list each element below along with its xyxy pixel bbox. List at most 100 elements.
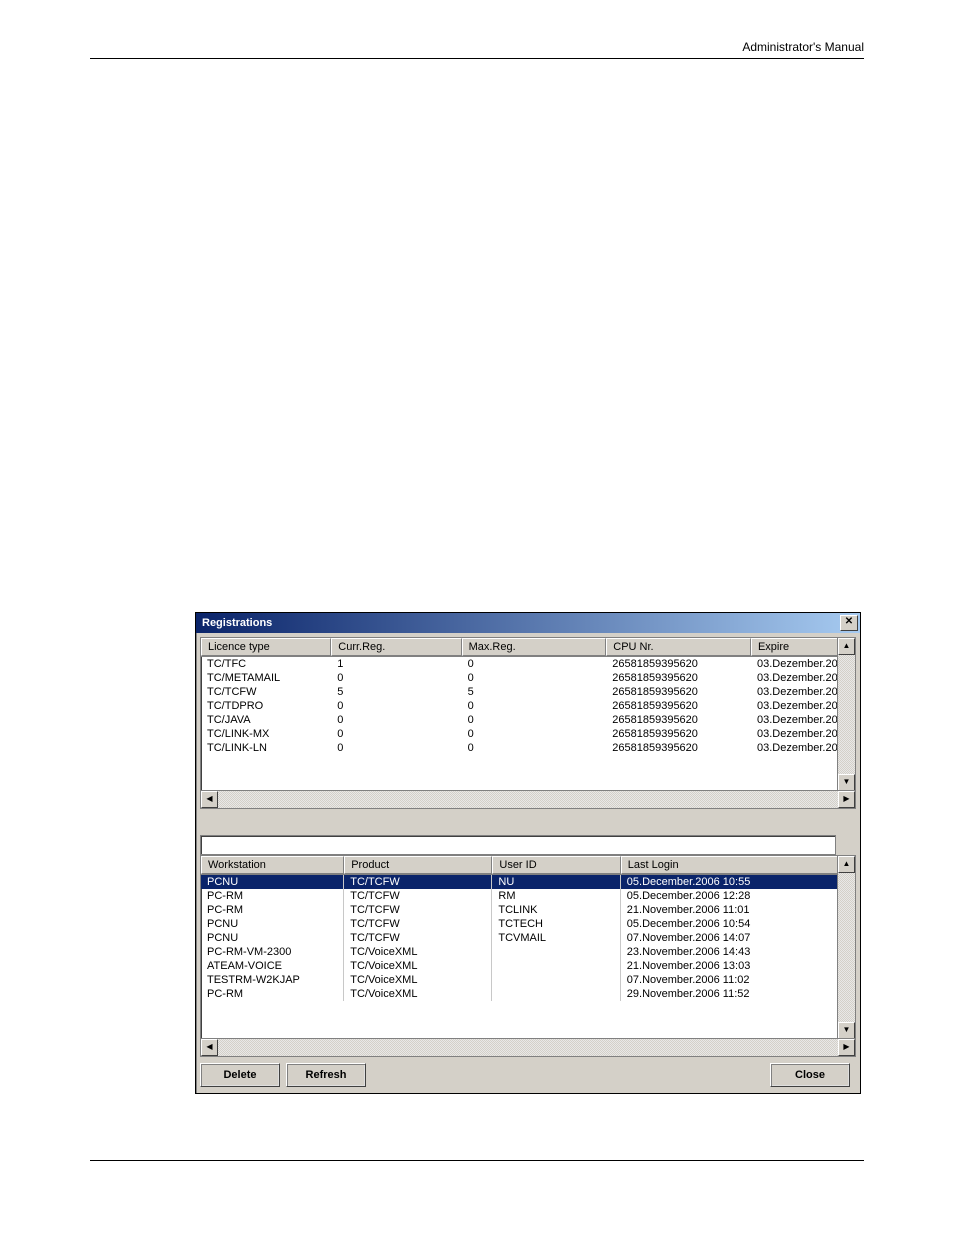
col-expire[interactable]: Expire <box>751 638 838 656</box>
cell-workstation: PCNU <box>201 931 344 945</box>
scroll-down-icon[interactable]: ▼ <box>838 774 855 791</box>
cell-lastlogin: 29.November.2006 11:52 <box>621 987 838 1001</box>
cell-product: TC/TCFW <box>344 903 492 917</box>
col-userid[interactable]: User ID <box>492 856 620 874</box>
scroll-up-icon[interactable]: ▲ <box>838 856 855 873</box>
cell-cpu: 26581859395620 <box>606 713 751 727</box>
cell-curr: 5 <box>331 685 461 699</box>
titlebar[interactable]: Registrations ✕ <box>196 613 860 633</box>
cell-userid: NU <box>492 875 620 889</box>
cell-licence: TC/TCFW <box>201 685 331 699</box>
cell-lastlogin: 21.November.2006 11:01 <box>621 903 838 917</box>
registrations-window: Registrations ✕ Licence type Curr.Reg. M… <box>195 612 861 1094</box>
licence-row[interactable]: TC/TCFW552658185939562003.Dezember.20 <box>201 685 838 699</box>
scroll-up-icon[interactable]: ▲ <box>838 638 855 655</box>
cell-userid <box>492 959 620 973</box>
cell-licence: TC/TFC <box>201 657 331 671</box>
gap <box>200 809 856 835</box>
cell-max: 0 <box>462 741 607 755</box>
cell-expire: 03.Dezember.20 <box>751 727 838 741</box>
cell-curr: 0 <box>331 671 461 685</box>
cell-max: 0 <box>462 713 607 727</box>
licence-row[interactable]: TC/METAMAIL002658185939562003.Dezember.2… <box>201 671 838 685</box>
cell-workstation: PC-RM <box>201 889 344 903</box>
col-workstation[interactable]: Workstation <box>201 856 344 874</box>
session-row[interactable]: PCNUTC/TCFWTCVMAIL07.November.2006 14:07 <box>201 931 838 945</box>
scroll-down-icon[interactable]: ▼ <box>838 1022 855 1039</box>
licence-row[interactable]: TC/JAVA002658185939562003.Dezember.20 <box>201 713 838 727</box>
licence-row[interactable]: TC/LINK-LN002658185939562003.Dezember.20 <box>201 741 838 755</box>
filter-field[interactable] <box>200 835 836 855</box>
button-row: Delete Refresh Close <box>200 1057 856 1087</box>
sessions-hscroll[interactable]: ◀ ▶ <box>201 1038 855 1056</box>
session-row[interactable]: ATEAM-VOICETC/VoiceXML21.November.2006 1… <box>201 959 838 973</box>
cell-curr: 1 <box>331 657 461 671</box>
close-icon[interactable]: ✕ <box>840 615 858 631</box>
col-product[interactable]: Product <box>344 856 492 874</box>
sessions-vscroll[interactable]: ▲ ▼ <box>837 856 855 1039</box>
scroll-right-icon[interactable]: ▶ <box>838 791 855 808</box>
cell-licence: TC/TDPRO <box>201 699 331 713</box>
cell-workstation: PC-RM-VM-2300 <box>201 945 344 959</box>
session-row[interactable]: PC-RMTC/VoiceXML29.November.2006 11:52 <box>201 987 838 1001</box>
licence-row[interactable]: TC/TDPRO002658185939562003.Dezember.20 <box>201 699 838 713</box>
sessions-list: Workstation Product User ID Last Login P… <box>200 855 856 1057</box>
licences-vscroll[interactable]: ▲ ▼ <box>837 638 855 791</box>
cell-product: TC/TCFW <box>344 889 492 903</box>
cell-max: 0 <box>462 727 607 741</box>
col-lastlogin[interactable]: Last Login <box>621 856 838 874</box>
cell-workstation: PCNU <box>201 917 344 931</box>
cell-userid: TCTECH <box>492 917 620 931</box>
cell-cpu: 26581859395620 <box>606 671 751 685</box>
session-row[interactable]: TESTRM-W2KJAPTC/VoiceXML07.November.2006… <box>201 973 838 987</box>
cell-max: 0 <box>462 657 607 671</box>
licences-hscroll[interactable]: ◀ ▶ <box>201 790 855 808</box>
session-row[interactable]: PCNUTC/TCFWNU05.December.2006 10:55 <box>201 875 838 889</box>
sessions-header: Workstation Product User ID Last Login <box>201 856 838 875</box>
cell-lastlogin: 05.December.2006 10:55 <box>621 875 838 889</box>
cell-cpu: 26581859395620 <box>606 657 751 671</box>
cell-licence: TC/JAVA <box>201 713 331 727</box>
licences-list: Licence type Curr.Reg. Max.Reg. CPU Nr. … <box>200 637 856 809</box>
licence-row[interactable]: TC/LINK-MX002658185939562003.Dezember.20 <box>201 727 838 741</box>
cell-workstation: PC-RM <box>201 903 344 917</box>
scroll-left-icon[interactable]: ◀ <box>201 791 218 808</box>
cell-workstation: TESTRM-W2KJAP <box>201 973 344 987</box>
cell-userid <box>492 973 620 987</box>
cell-userid <box>492 945 620 959</box>
refresh-button[interactable]: Refresh <box>286 1063 366 1087</box>
cell-cpu: 26581859395620 <box>606 685 751 699</box>
cell-expire: 03.Dezember.20 <box>751 741 838 755</box>
cell-expire: 03.Dezember.20 <box>751 657 838 671</box>
cell-product: TC/VoiceXML <box>344 945 492 959</box>
cell-workstation: PC-RM <box>201 987 344 1001</box>
cell-lastlogin: 05.December.2006 10:54 <box>621 917 838 931</box>
cell-expire: 03.Dezember.20 <box>751 713 838 727</box>
cell-cpu: 26581859395620 <box>606 741 751 755</box>
session-row[interactable]: PC-RMTC/TCFWRM05.December.2006 12:28 <box>201 889 838 903</box>
licence-row[interactable]: TC/TFC102658185939562003.Dezember.20 <box>201 657 838 671</box>
page-footer <box>90 1160 864 1165</box>
cell-lastlogin: 07.November.2006 11:02 <box>621 973 838 987</box>
cell-userid: TCVMAIL <box>492 931 620 945</box>
session-row[interactable]: PC-RMTC/TCFWTCLINK21.November.2006 11:01 <box>201 903 838 917</box>
col-licence-type[interactable]: Licence type <box>201 638 331 656</box>
session-row[interactable]: PCNUTC/TCFWTCTECH05.December.2006 10:54 <box>201 917 838 931</box>
cell-max: 5 <box>462 685 607 699</box>
cell-expire: 03.Dezember.20 <box>751 685 838 699</box>
close-button[interactable]: Close <box>770 1063 850 1087</box>
scroll-left-icon[interactable]: ◀ <box>201 1039 218 1056</box>
cell-product: TC/TCFW <box>344 917 492 931</box>
cell-product: TC/VoiceXML <box>344 959 492 973</box>
cell-curr: 0 <box>331 713 461 727</box>
col-max-reg[interactable]: Max.Reg. <box>462 638 607 656</box>
col-curr-reg[interactable]: Curr.Reg. <box>331 638 461 656</box>
cell-lastlogin: 07.November.2006 14:07 <box>621 931 838 945</box>
cell-cpu: 26581859395620 <box>606 727 751 741</box>
cell-userid: RM <box>492 889 620 903</box>
scroll-right-icon[interactable]: ▶ <box>838 1039 855 1056</box>
window-title: Registrations <box>202 617 272 629</box>
session-row[interactable]: PC-RM-VM-2300TC/VoiceXML23.November.2006… <box>201 945 838 959</box>
delete-button[interactable]: Delete <box>200 1063 280 1087</box>
col-cpu-nr[interactable]: CPU Nr. <box>606 638 751 656</box>
